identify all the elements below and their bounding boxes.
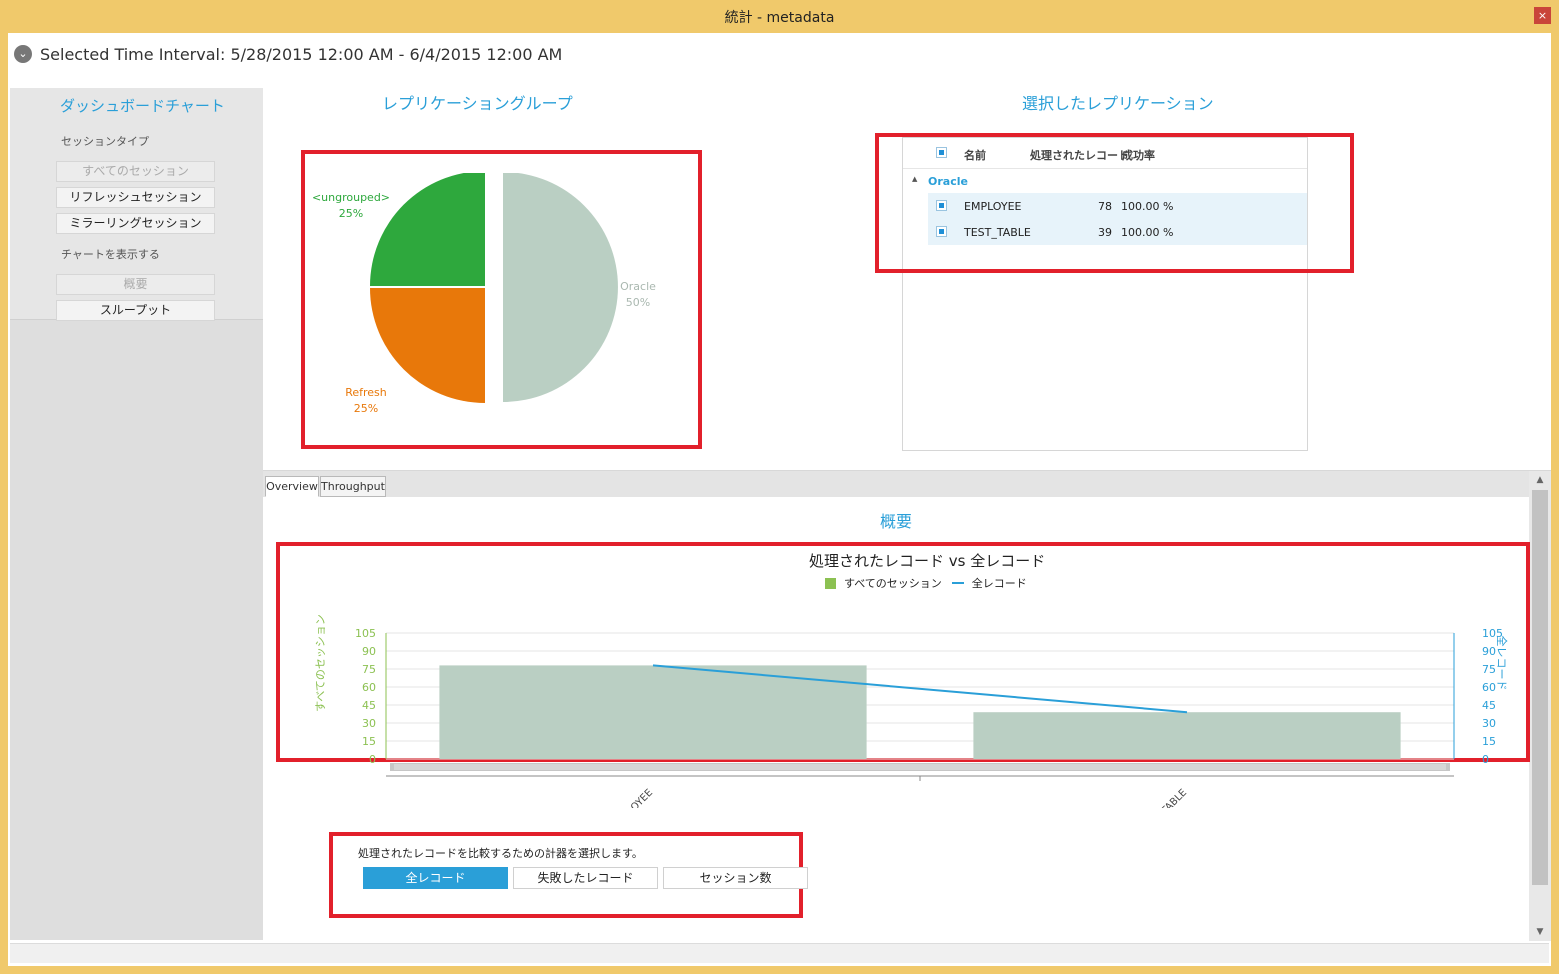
y-tick-left: 30 xyxy=(362,717,376,730)
y-tick-right: 15 xyxy=(1482,735,1496,748)
sidebar-panel: ダッシュボードチャート セッションタイプ すべてのセッション リフレッシュセッシ… xyxy=(10,88,263,321)
y-tick-right: 60 xyxy=(1482,681,1496,694)
x-tick-label: TEST_TABLE xyxy=(1138,787,1189,808)
scroll-down-icon[interactable]: ▼ xyxy=(1529,927,1551,937)
y-tick-left: 90 xyxy=(362,645,376,658)
legend-line-swatch xyxy=(951,582,964,584)
sidebar: ダッシュボードチャート セッションタイプ すべてのセッション リフレッシュセッシ… xyxy=(10,88,263,940)
title-bar: 統計 - metadata × xyxy=(0,0,1559,33)
pie-label-refresh: Refresh 25% xyxy=(336,385,396,417)
selected-replication-title: 選択したレプリケーション xyxy=(1022,94,1214,113)
y-tick-left: 60 xyxy=(362,681,376,694)
y-tick-left: 15 xyxy=(362,735,376,748)
legend-bar-swatch xyxy=(825,577,836,589)
combo-chart: 105 105 90 90 75 75 60 60 45 45 30 30 15 15 0 0 EMPLOYEE… xyxy=(355,627,1503,808)
y-tick-left: 45 xyxy=(362,699,376,712)
overview-chart-button[interactable]: 概要 xyxy=(56,274,215,295)
total-records-button[interactable]: 全レコード xyxy=(363,867,508,889)
status-bar xyxy=(10,943,1549,963)
pie-slice-oracle[interactable] xyxy=(503,173,618,402)
pie-label-oracle: Oracle 50% xyxy=(608,279,668,311)
pie-label-oracle-text: Oracle xyxy=(620,280,656,293)
collapse-toggle-icon[interactable]: ⌄ xyxy=(14,45,32,63)
pie-label-refresh-text: Refresh xyxy=(345,386,387,399)
chart-scrollbar-thumb xyxy=(394,764,1446,770)
y-tick-left: 75 xyxy=(362,663,376,676)
window-title: 統計 - metadata xyxy=(724,10,835,26)
refresh-sessions-button[interactable]: リフレッシュセッション xyxy=(56,187,215,208)
y-tick-right: 75 xyxy=(1482,663,1496,676)
x-tick-label: EMPLOYEE xyxy=(610,787,655,808)
failed-records-button[interactable]: 失敗したレコード xyxy=(513,867,658,889)
time-interval-label: Selected Time Interval: 5/28/2015 12:00 … xyxy=(40,44,563,64)
y-tick-left: 105 xyxy=(355,627,376,640)
grid-highlight-frame xyxy=(875,133,1354,273)
close-button[interactable]: × xyxy=(1534,7,1551,24)
y-tick-left: 0 xyxy=(369,753,376,766)
pie-label-ungrouped: <ungrouped> 25% xyxy=(311,190,391,222)
session-type-label: セッションタイプ xyxy=(61,135,149,148)
mirroring-sessions-button[interactable]: ミラーリングセッション xyxy=(56,213,215,234)
all-sessions-button[interactable]: すべてのセッション xyxy=(56,161,215,182)
tab-throughput[interactable]: Throughput xyxy=(320,476,386,497)
pie-label-refresh-pct: 25% xyxy=(353,402,379,415)
y-tick-right: 30 xyxy=(1482,717,1496,730)
replication-group-title: レプリケーショングループ xyxy=(382,94,573,113)
show-chart-label: チャートを表示する xyxy=(61,248,160,261)
window-content: ⌄ Selected Time Interval: 5/28/2015 12:0… xyxy=(8,33,1551,966)
y-tick-right: 0 xyxy=(1482,753,1489,766)
y-tick-right: 45 xyxy=(1482,699,1496,712)
pie-label-ungrouped-pct: 25% xyxy=(338,207,364,220)
scroll-up-icon[interactable]: ▲ xyxy=(1529,475,1551,485)
bar xyxy=(973,712,1401,759)
sidebar-heading: ダッシュボードチャート xyxy=(60,97,225,115)
pie-label-ungrouped-text: <ungrouped> xyxy=(311,191,391,204)
pie-label-oracle-pct: 50% xyxy=(625,296,651,309)
overview-title: 概要 xyxy=(880,512,913,531)
throughput-chart-button[interactable]: スループット xyxy=(56,300,215,321)
chart-title: 処理されたレコード vs 全レコード xyxy=(809,552,1046,570)
y-tick-right: 90 xyxy=(1482,645,1496,658)
scroll-thumb[interactable] xyxy=(1532,490,1548,885)
session-count-button[interactable]: セッション数 xyxy=(663,867,808,889)
y-tick-right: 105 xyxy=(1482,627,1503,640)
compare-instruction: 処理されたレコードを比較するための計器を選択します。 xyxy=(358,847,643,860)
tab-overview[interactable]: Overview xyxy=(265,476,319,497)
tab-strip: Overview Throughput xyxy=(263,471,1529,497)
time-interval: ⌄ Selected Time Interval: 5/28/2015 12:0… xyxy=(14,43,562,65)
vertical-scrollbar[interactable]: ▲ ▼ xyxy=(1529,471,1551,941)
